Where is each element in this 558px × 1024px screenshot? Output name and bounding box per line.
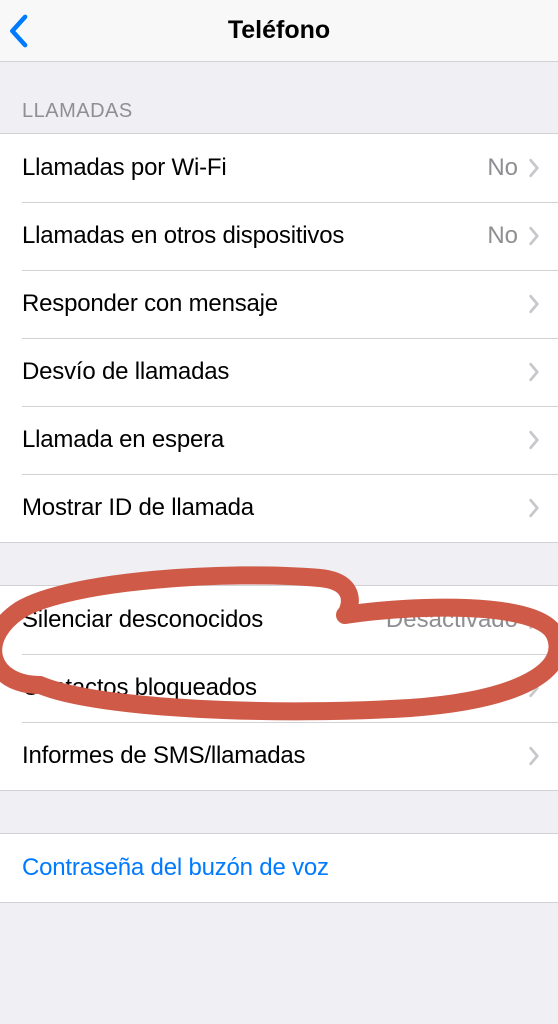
row-label: Informes de SMS/llamadas (22, 742, 528, 770)
back-button[interactable] (8, 14, 28, 48)
row-label: Llamadas en otros dispositivos (22, 222, 487, 250)
group-voicemail: Contraseña del buzón de voz (0, 833, 558, 903)
section-header-calls: LLAMADAS (0, 62, 558, 133)
chevron-right-icon (528, 678, 540, 698)
row-label: Responder con mensaje (22, 290, 528, 318)
row-label: Contactos bloqueados (22, 674, 528, 702)
row-wifi-calls[interactable]: Llamadas por Wi-Fi No (0, 134, 558, 202)
group-silence-blocked: Silenciar desconocidos Desactivado Conta… (0, 585, 558, 791)
group-calls: Llamadas por Wi-Fi No Llamadas en otros … (0, 133, 558, 543)
chevron-right-icon (528, 362, 540, 382)
row-label: Desvío de llamadas (22, 358, 528, 386)
row-value: Desactivado (386, 606, 518, 634)
row-call-waiting[interactable]: Llamada en espera (0, 406, 558, 474)
chevron-right-icon (528, 746, 540, 766)
chevron-right-icon (528, 610, 540, 630)
row-voicemail-password[interactable]: Contraseña del buzón de voz (0, 834, 558, 902)
chevron-right-icon (528, 226, 540, 246)
row-label: Silenciar desconocidos (22, 606, 386, 634)
row-label: Contraseña del buzón de voz (22, 854, 540, 882)
row-sms-reports[interactable]: Informes de SMS/llamadas (0, 722, 558, 790)
page-title: Teléfono (0, 16, 558, 45)
chevron-left-icon (8, 14, 28, 48)
row-show-caller-id[interactable]: Mostrar ID de llamada (0, 474, 558, 542)
row-label: Llamada en espera (22, 426, 528, 454)
row-blocked-contacts[interactable]: Contactos bloqueados (0, 654, 558, 722)
row-other-devices[interactable]: Llamadas en otros dispositivos No (0, 202, 558, 270)
row-value: No (487, 222, 518, 250)
chevron-right-icon (528, 498, 540, 518)
chevron-right-icon (528, 158, 540, 178)
row-respond-message[interactable]: Responder con mensaje (0, 270, 558, 338)
row-value: No (487, 154, 518, 182)
row-label: Llamadas por Wi-Fi (22, 154, 487, 182)
row-label: Mostrar ID de llamada (22, 494, 528, 522)
chevron-right-icon (528, 430, 540, 450)
navbar: Teléfono (0, 0, 558, 62)
row-silence-unknown[interactable]: Silenciar desconocidos Desactivado (0, 586, 558, 654)
chevron-right-icon (528, 294, 540, 314)
row-call-forwarding[interactable]: Desvío de llamadas (0, 338, 558, 406)
